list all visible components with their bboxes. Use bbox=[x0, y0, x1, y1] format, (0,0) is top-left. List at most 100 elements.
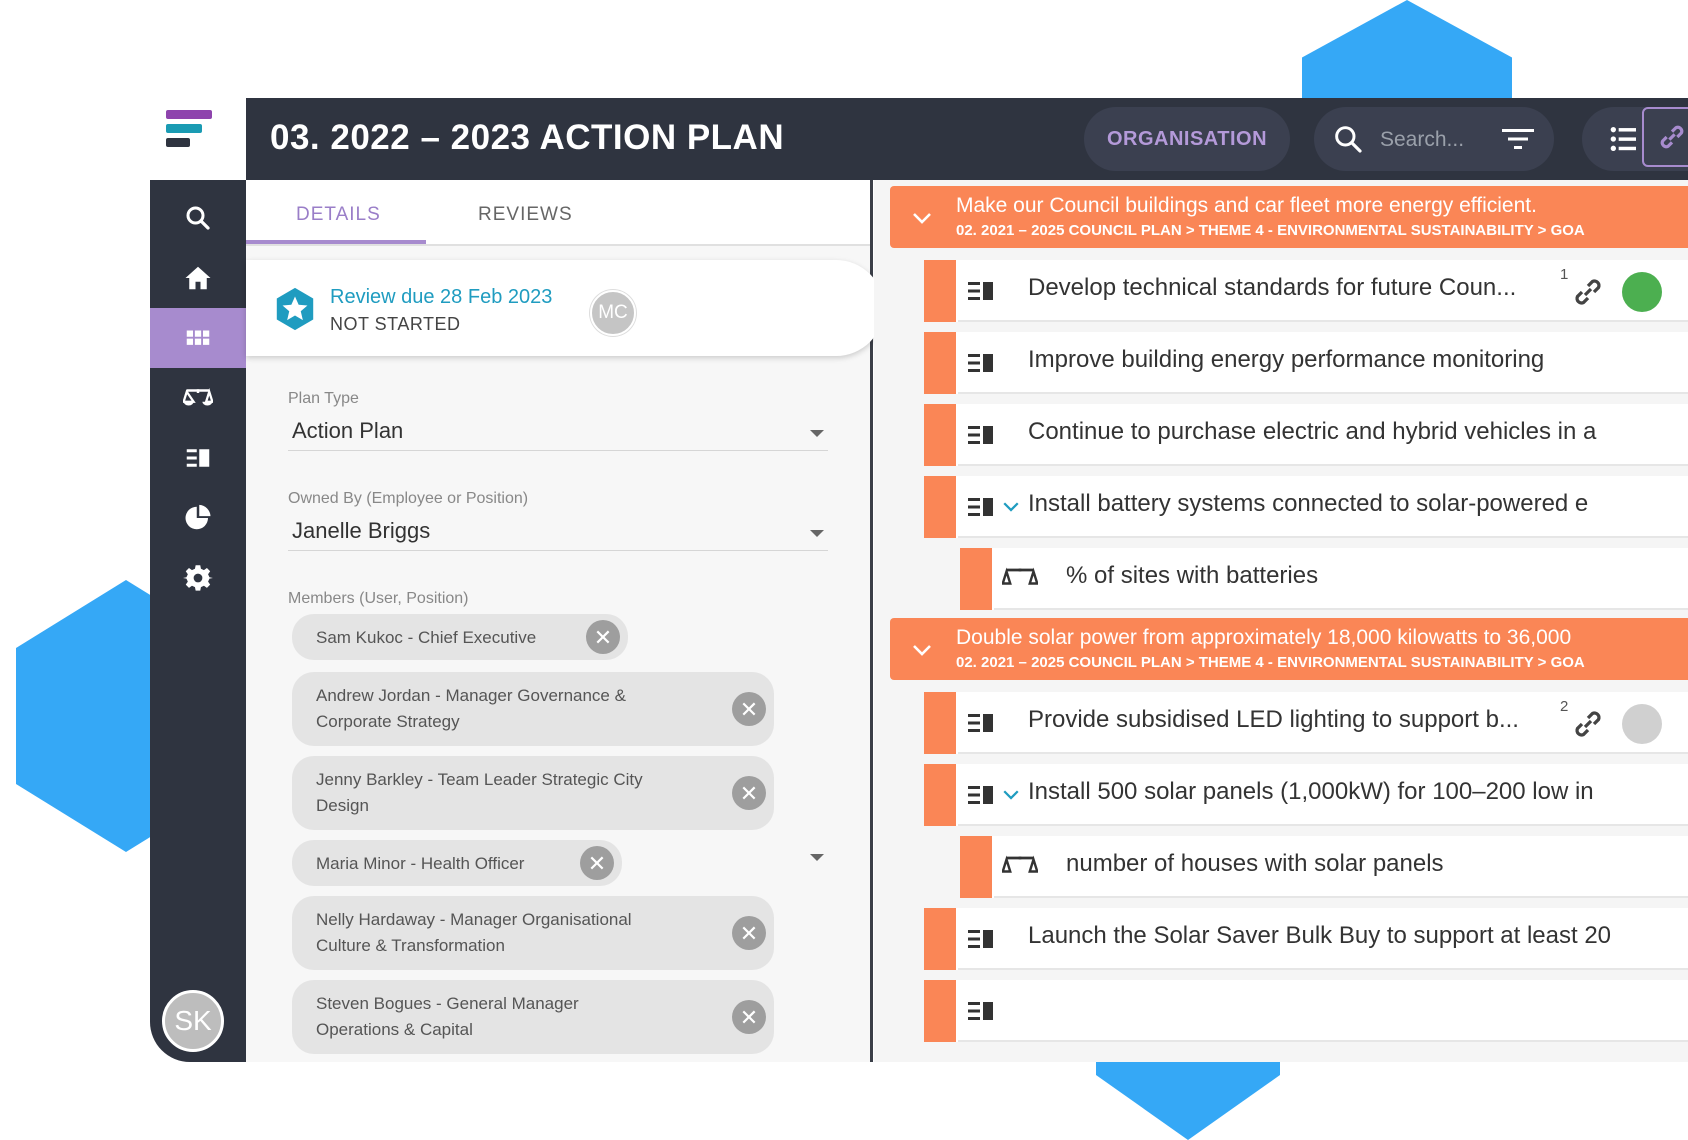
pie-chart-icon bbox=[185, 504, 211, 530]
link-count: 1 bbox=[1560, 266, 1569, 283]
tab-bar: DETAILS REVIEWS bbox=[246, 180, 870, 246]
sidebar: SK bbox=[150, 180, 246, 1062]
action-row[interactable]: Install 500 solar panels (1,000kW) for 1… bbox=[924, 764, 1688, 826]
link-icon[interactable] bbox=[1570, 274, 1606, 310]
action-row[interactable]: Install battery systems connected to sol… bbox=[924, 476, 1688, 538]
status-bar bbox=[924, 764, 956, 826]
member-chip: Sam Kukoc - Chief Executive ✕ bbox=[292, 614, 628, 660]
status-dot bbox=[1622, 704, 1662, 744]
action-title: Continue to purchase electric and hybrid… bbox=[1028, 418, 1597, 445]
search-icon bbox=[1335, 126, 1362, 153]
chevron-down-icon[interactable] bbox=[910, 206, 934, 230]
member-chip-label-line2: Operations & Capital bbox=[316, 1020, 473, 1039]
owner-select[interactable]: Janelle Briggs bbox=[292, 518, 430, 544]
user-avatar[interactable]: SK bbox=[162, 990, 224, 1052]
chevron-down-icon[interactable] bbox=[810, 430, 824, 437]
plan-type-underline bbox=[288, 450, 828, 451]
member-chip-label: Steven Bogues - General Manager bbox=[316, 994, 579, 1013]
sidebar-item-actions[interactable] bbox=[150, 428, 246, 488]
action-row[interactable]: Develop technical standards for future C… bbox=[924, 260, 1688, 322]
member-chip-label: Andrew Jordan - Manager Governance & bbox=[316, 686, 626, 705]
goal-title: Make our Council buildings and car fleet… bbox=[956, 194, 1537, 217]
action-list-panel: Make our Council buildings and car fleet… bbox=[874, 180, 1688, 1062]
details-panel: DETAILS REVIEWS Review due 28 Feb 2023 N… bbox=[246, 180, 884, 1062]
action-row[interactable]: Launch the Solar Saver Bulk Buy to suppo… bbox=[924, 908, 1688, 970]
remove-member-icon[interactable]: ✕ bbox=[732, 776, 766, 810]
top-header: 03. 2022 – 2023 ACTION PLAN ORGANISATION bbox=[246, 98, 1688, 180]
measure-title: % of sites with batteries bbox=[1066, 562, 1319, 589]
remove-member-icon[interactable]: ✕ bbox=[732, 1000, 766, 1034]
active-tab-indicator bbox=[246, 240, 426, 244]
goal-breadcrumb: 02. 2021 – 2025 COUNCIL PLAN > THEME 4 -… bbox=[956, 654, 1585, 671]
action-row[interactable]: Provide subsidised LED lighting to suppo… bbox=[924, 692, 1688, 754]
action-title: Provide subsidised LED lighting to suppo… bbox=[1028, 706, 1519, 733]
measure-row[interactable]: number of houses with solar panels bbox=[960, 836, 1688, 898]
action-row[interactable]: Improve building energy performance moni… bbox=[924, 332, 1688, 394]
member-chip-label-line2: Culture & Transformation bbox=[316, 936, 505, 955]
remove-member-icon[interactable]: ✕ bbox=[586, 620, 620, 654]
list-icon bbox=[1610, 127, 1636, 151]
organisation-button[interactable]: ORGANISATION bbox=[1084, 107, 1290, 171]
measure-title: number of houses with solar panels bbox=[1066, 850, 1444, 877]
member-chip: Jenny Barkley - Team Leader Strategic Ci… bbox=[292, 756, 774, 830]
action-title: Install battery systems connected to sol… bbox=[1028, 490, 1589, 517]
status-bar bbox=[924, 908, 956, 970]
action-icon bbox=[968, 930, 993, 948]
review-card[interactable]: Review due 28 Feb 2023 NOT STARTED MC bbox=[246, 260, 884, 356]
filter-icon[interactable] bbox=[1500, 125, 1536, 153]
member-chip-label: Nelly Hardaway - Manager Organisational bbox=[316, 910, 632, 929]
member-chip: Steven Bogues - General Manager Operatio… bbox=[292, 980, 774, 1054]
link-count: 2 bbox=[1560, 698, 1569, 715]
status-bar bbox=[924, 476, 956, 538]
action-icon bbox=[968, 714, 993, 732]
tab-details[interactable]: DETAILS bbox=[296, 204, 381, 226]
action-title: Develop technical standards for future C… bbox=[1028, 274, 1517, 301]
chevron-down-icon[interactable] bbox=[810, 854, 824, 861]
remove-member-icon[interactable]: ✕ bbox=[732, 692, 766, 726]
link-icon bbox=[1660, 125, 1684, 149]
measure-row[interactable]: % of sites with batteries bbox=[960, 548, 1688, 610]
chevron-down-icon[interactable] bbox=[810, 530, 824, 537]
action-row[interactable]: Continue to purchase electric and hybrid… bbox=[924, 404, 1688, 466]
owner-underline bbox=[288, 550, 828, 551]
gear-icon bbox=[183, 565, 213, 591]
link-icon[interactable] bbox=[1570, 706, 1606, 742]
sidebar-item-settings[interactable] bbox=[150, 548, 246, 608]
member-chip-label: Jenny Barkley - Team Leader Strategic Ci… bbox=[316, 770, 643, 789]
star-badge-icon bbox=[276, 287, 314, 331]
chevron-down-icon[interactable] bbox=[1002, 498, 1020, 516]
member-chip-label: Maria Minor - Health Officer bbox=[316, 854, 525, 873]
chevron-down-icon[interactable] bbox=[1002, 786, 1020, 804]
sidebar-item-reports[interactable] bbox=[150, 488, 246, 548]
goal-header[interactable]: Double solar power from approximately 18… bbox=[890, 618, 1688, 680]
goal-header[interactable]: Make our Council buildings and car fleet… bbox=[890, 186, 1688, 248]
status-dot bbox=[1622, 272, 1662, 312]
sidebar-item-plans[interactable] bbox=[150, 308, 246, 368]
action-icon bbox=[968, 1002, 993, 1020]
sidebar-item-measures[interactable] bbox=[150, 368, 246, 428]
sidebar-item-home[interactable] bbox=[150, 248, 246, 308]
link-view-button[interactable] bbox=[1642, 107, 1688, 167]
chevron-down-icon[interactable] bbox=[910, 638, 934, 662]
remove-member-icon[interactable]: ✕ bbox=[732, 916, 766, 950]
plan-type-select[interactable]: Action Plan bbox=[292, 418, 403, 444]
review-due-date: Review due 28 Feb 2023 bbox=[330, 286, 553, 308]
remove-member-icon[interactable]: ✕ bbox=[580, 846, 614, 880]
reviewer-avatar[interactable]: MC bbox=[590, 290, 636, 336]
search-box[interactable] bbox=[1314, 107, 1554, 171]
status-bar bbox=[924, 980, 956, 1042]
member-chip: Nelly Hardaway - Manager Organisational … bbox=[292, 896, 774, 970]
action-title: Improve building energy performance moni… bbox=[1028, 346, 1545, 373]
member-chip: Andrew Jordan - Manager Governance & Cor… bbox=[292, 672, 774, 746]
action-title: Install 500 solar panels (1,000kW) for 1… bbox=[1028, 778, 1594, 805]
plan-type-label: Plan Type bbox=[288, 390, 359, 407]
tab-reviews[interactable]: REVIEWS bbox=[478, 204, 573, 226]
logo[interactable] bbox=[150, 98, 246, 180]
logo-bar-dark bbox=[166, 138, 190, 147]
action-row[interactable] bbox=[924, 980, 1688, 1042]
action-title: Launch the Solar Saver Bulk Buy to suppo… bbox=[1028, 922, 1612, 949]
search-input[interactable] bbox=[1378, 125, 1502, 155]
status-bar bbox=[924, 404, 956, 466]
list-bars-icon bbox=[186, 449, 210, 467]
sidebar-item-search[interactable] bbox=[150, 188, 246, 248]
